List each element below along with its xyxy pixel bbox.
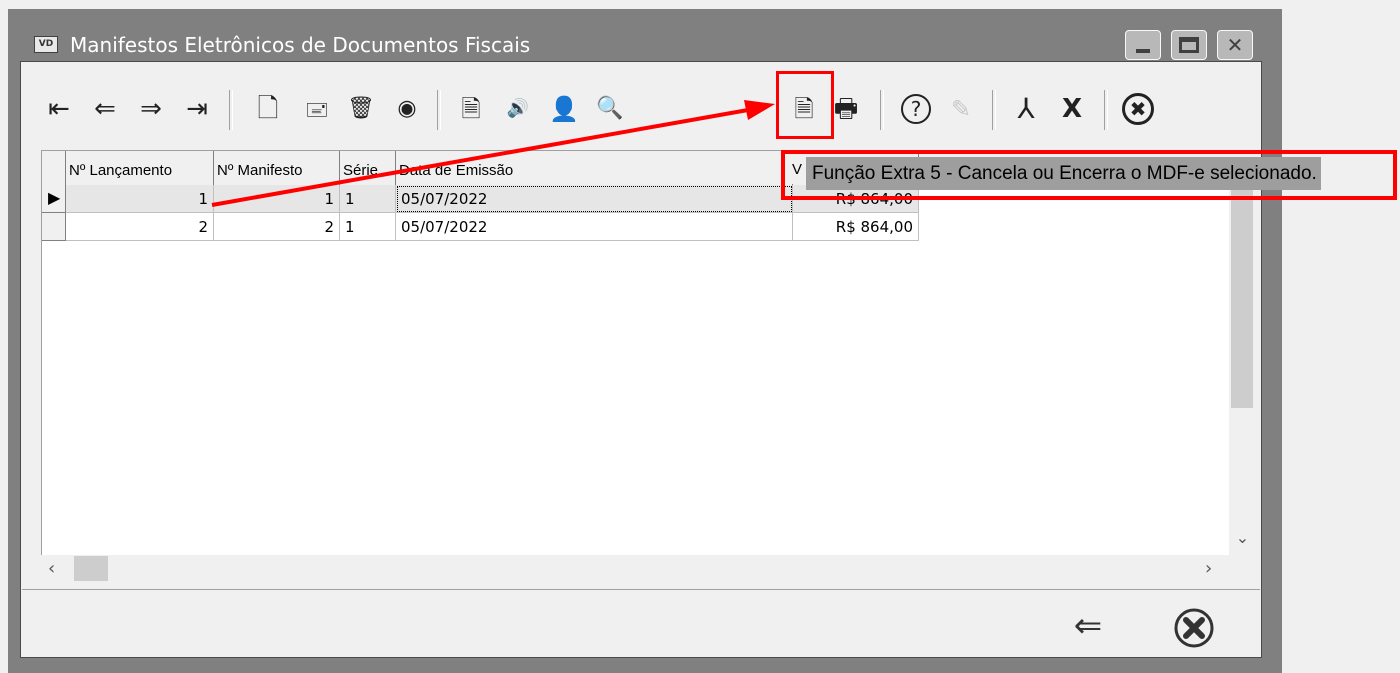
toolbar-separator <box>992 90 996 130</box>
cell-manifesto[interactable]: 2 <box>214 213 340 241</box>
row-indicator <box>42 213 66 241</box>
pdf-export-button[interactable]: ⅄ <box>1006 90 1046 128</box>
cell-data-emissao[interactable]: 05/07/2022 <box>396 185 793 213</box>
app-icon: VD <box>34 36 58 53</box>
prev-record-button[interactable]: ⇐ <box>85 90 125 128</box>
transmit-icon: 🔊 <box>506 98 530 119</box>
horizontal-scroll-thumb[interactable] <box>74 556 108 581</box>
back-button[interactable]: ⇐ <box>1062 606 1114 646</box>
cell-data-emissao[interactable]: 05/07/2022 <box>396 213 793 241</box>
next-record-button[interactable]: ⇒ <box>131 90 171 128</box>
scroll-down-icon[interactable]: ⌄ <box>1229 528 1256 548</box>
last-record-icon: ⇥ <box>186 94 208 124</box>
scroll-right-icon[interactable]: › <box>1205 558 1212 579</box>
annotation-highlight-box <box>776 71 834 139</box>
edit-record-icon: 🖃 <box>305 97 329 121</box>
scroll-left-icon[interactable]: ‹ <box>48 558 55 579</box>
records-grid[interactable]: Nº Lançamento Nº Manifesto Série Data de… <box>41 150 1231 555</box>
view-button[interactable]: ◉ <box>387 90 427 128</box>
cell-manifesto[interactable]: 1 <box>214 185 340 213</box>
toolbar-separator <box>1104 90 1108 130</box>
header-manifesto[interactable]: Nº Manifesto <box>214 151 340 185</box>
pdf-icon: ⅄ <box>1017 92 1035 125</box>
toolbar-separator <box>229 90 233 130</box>
note-edit-icon: ✎ <box>950 95 972 123</box>
help-button[interactable]: ? <box>896 90 936 128</box>
next-record-icon: ⇒ <box>140 94 162 124</box>
maximize-icon <box>1179 37 1199 53</box>
close-circle-icon: ✖ <box>1122 93 1154 125</box>
extra-function-3-button[interactable]: 👤 <box>544 90 584 128</box>
exit-button[interactable] <box>1170 604 1218 652</box>
first-record-button[interactable]: ⇤ <box>39 90 79 128</box>
cell-lancamento[interactable]: 2 <box>66 213 214 241</box>
cell-valor[interactable]: R$ 864,00 <box>793 213 919 241</box>
cell-serie[interactable]: 1 <box>340 185 396 213</box>
table-row[interactable]: 2 2 1 05/07/2022 R$ 864,00 <box>42 213 1231 241</box>
new-document-icon: 🗋 <box>257 94 279 124</box>
header-serie[interactable]: Série <box>340 151 396 185</box>
eye-icon: ◉ <box>397 96 417 121</box>
first-record-icon: ⇤ <box>48 94 70 124</box>
last-record-button[interactable]: ⇥ <box>177 90 217 128</box>
magnifier-icon: 🔍 <box>596 96 624 121</box>
header-indicator <box>42 151 66 185</box>
header-data-emissao[interactable]: Data de Emissão <box>396 151 793 185</box>
row-indicator: ▶ <box>42 185 66 213</box>
window-close-button[interactable]: ✕ <box>1217 30 1253 60</box>
trash-icon: 🗑 <box>347 96 375 121</box>
cell-lancamento[interactable]: 1 <box>66 185 214 213</box>
document-arrow-icon: 🗎 <box>461 95 481 123</box>
exit-circle-icon <box>1174 608 1214 648</box>
extra-function-1-button[interactable]: 🗎 <box>451 90 491 128</box>
prev-record-icon: ⇐ <box>94 94 116 124</box>
close-form-button[interactable]: ✖ <box>1118 90 1158 128</box>
header-lancamento[interactable]: Nº Lançamento <box>66 151 214 185</box>
printer-icon: 🖶 <box>833 94 859 124</box>
note-button: ✎ <box>941 90 981 128</box>
toolbar-separator <box>880 90 884 130</box>
close-icon: ✕ <box>1226 33 1244 57</box>
excel-export-button[interactable]: X <box>1052 90 1092 128</box>
minimize-button[interactable] <box>1125 30 1161 60</box>
new-button[interactable]: 🗋 <box>248 90 288 128</box>
toolbar: ⇤ ⇐ ⇒ ⇥ 🗋 🖃 🗑 ◉ 🗎 🔊 👤 🔍 🗎 🖶 ? ✎ ⅄ X ✖ <box>22 72 1260 138</box>
delete-button[interactable]: 🗑 <box>341 90 381 128</box>
edit-button[interactable]: 🖃 <box>297 90 337 128</box>
cell-serie[interactable]: 1 <box>340 213 396 241</box>
user-search-icon: 👤 <box>549 95 579 123</box>
toolbar-separator <box>437 90 441 130</box>
window-title: Manifestos Eletrônicos de Documentos Fis… <box>70 33 531 57</box>
annotation-tooltip-box <box>781 150 1397 200</box>
maximize-button[interactable] <box>1171 30 1207 60</box>
minimize-icon <box>1136 49 1150 53</box>
current-row-arrow-icon: ▶ <box>48 188 61 207</box>
footer-divider <box>22 589 1260 590</box>
horizontal-scrollbar[interactable] <box>41 555 1229 582</box>
vertical-scroll-thumb[interactable] <box>1231 184 1253 408</box>
back-arrow-icon: ⇐ <box>1073 606 1103 646</box>
extra-function-4-button[interactable]: 🔍 <box>590 90 630 128</box>
help-icon: ? <box>901 94 931 124</box>
extra-function-2-button[interactable]: 🔊 <box>498 90 538 128</box>
excel-icon: X <box>1061 94 1083 124</box>
